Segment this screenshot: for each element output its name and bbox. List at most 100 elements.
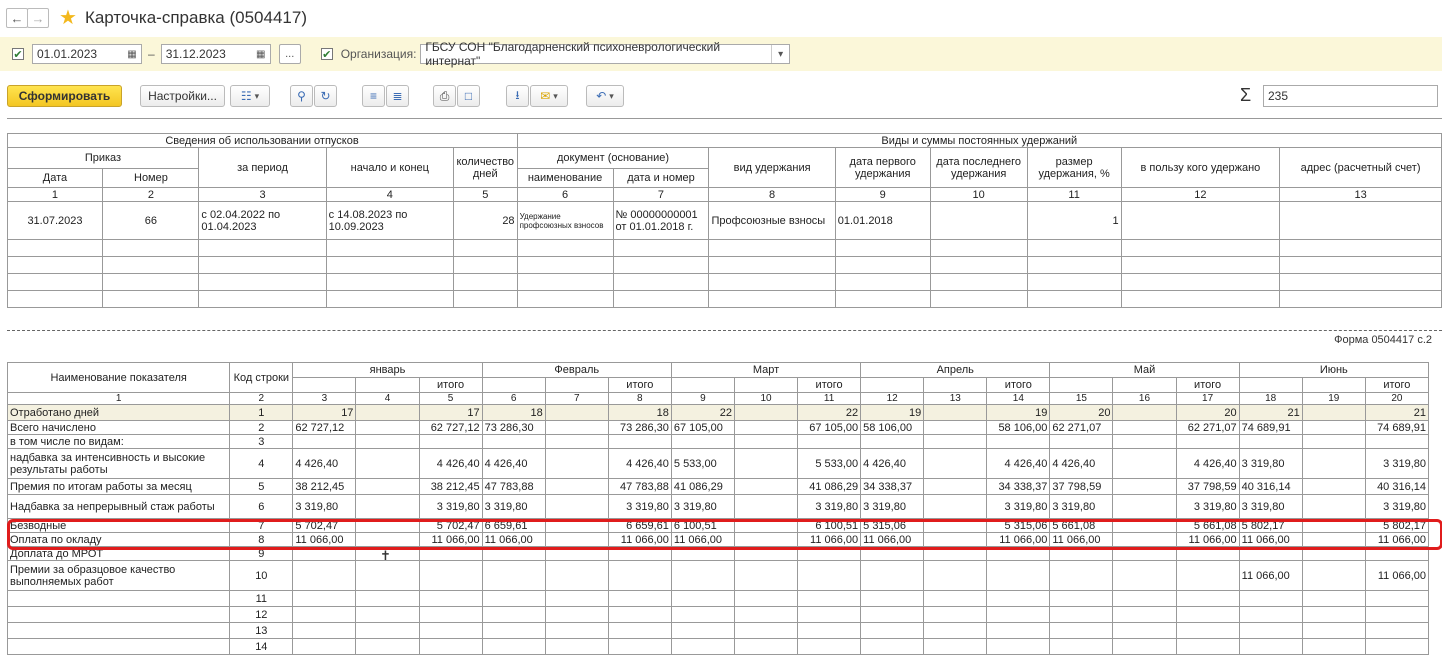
indicator-name[interactable]: Доплата до МРОТ [7, 546, 231, 561]
table-cell[interactable]: 11 066,00 [1175, 532, 1240, 547]
table-cell[interactable] [481, 546, 546, 561]
table-cell[interactable] [1175, 546, 1240, 561]
table-cell[interactable]: 38 212,45 [292, 478, 357, 495]
table-cell[interactable] [797, 622, 862, 639]
table-cell[interactable] [607, 606, 672, 623]
table-cell[interactable]: 73 286,30 [481, 420, 546, 435]
table-cell[interactable] [355, 494, 420, 519]
table-cell[interactable] [860, 546, 925, 561]
sum-field[interactable]: 235 [1263, 85, 1438, 107]
table-cell[interactable]: 20 [1049, 404, 1114, 421]
table-cell[interactable]: 34 338,37 [860, 478, 925, 495]
table-cell[interactable] [1301, 434, 1366, 449]
table-cell[interactable]: 62 271,07 [1175, 420, 1240, 435]
table-cell[interactable] [544, 420, 609, 435]
indicator-name[interactable]: Премия по итогам работы за месяц [7, 478, 231, 495]
table-cell[interactable]: 21 [1364, 404, 1430, 421]
table-cell[interactable] [797, 434, 862, 449]
table-cell[interactable] [860, 560, 925, 591]
table-cell[interactable] [481, 590, 546, 607]
indicator-name[interactable]: Безводные [7, 518, 231, 533]
row-code[interactable]: 6 [229, 494, 294, 519]
table-cell[interactable] [670, 638, 735, 655]
table-cell[interactable]: 66 [102, 201, 200, 240]
table-cell[interactable] [733, 434, 799, 449]
table-cell[interactable]: 5 661,08 [1049, 518, 1114, 533]
indicator-name[interactable]: в том числе по видам: [7, 434, 231, 449]
table-cell[interactable]: 62 271,07 [1049, 420, 1114, 435]
table-cell[interactable] [607, 560, 672, 591]
table-cell[interactable] [292, 546, 357, 561]
calendar-icon[interactable]: ▦ [123, 45, 141, 63]
table-cell[interactable] [355, 532, 420, 547]
table-cell[interactable] [986, 546, 1051, 561]
table-cell[interactable] [544, 448, 609, 479]
indicator-name[interactable]: Надбавка за непрерывный стаж работы [7, 494, 231, 519]
table-cell[interactable]: 19 [986, 404, 1051, 421]
table-cell[interactable] [1301, 448, 1366, 479]
table-cell[interactable]: 3 319,80 [1049, 494, 1114, 519]
table-cell[interactable] [544, 546, 609, 561]
table-cell[interactable]: 28 [452, 201, 518, 240]
table-cell[interactable] [1238, 622, 1303, 639]
table-cell[interactable]: 22 [670, 404, 735, 421]
table-cell[interactable] [670, 622, 735, 639]
table-cell[interactable] [544, 532, 609, 547]
table-cell[interactable]: 6 100,51 [670, 518, 735, 533]
table-cell[interactable]: 5 802,17 [1238, 518, 1303, 533]
table-cell[interactable] [418, 606, 483, 623]
table-cell[interactable]: 3 319,80 [1238, 448, 1303, 479]
table-cell[interactable]: с 02.04.2022 по 01.04.2023 [198, 201, 327, 240]
table-cell[interactable] [733, 606, 799, 623]
table-cell[interactable] [292, 590, 357, 607]
table-cell[interactable]: 6 100,51 [797, 518, 862, 533]
indicator-name[interactable]: Премии за образцовое качество выполняемы… [7, 560, 231, 591]
row-code[interactable]: 3 [229, 434, 294, 449]
table-cell[interactable] [1301, 494, 1366, 519]
table-cell[interactable]: 11 066,00 [860, 532, 925, 547]
table-cell[interactable]: 18 [481, 404, 546, 421]
find-button[interactable]: ⚲ [290, 85, 313, 107]
row-code[interactable]: 12 [229, 606, 294, 623]
table-cell[interactable]: 1 [1026, 201, 1122, 240]
row-code[interactable]: 10 [229, 560, 294, 591]
table-cell[interactable] [733, 494, 799, 519]
table-cell[interactable] [355, 606, 420, 623]
row-code[interactable]: 13 [229, 622, 294, 639]
find-next-button[interactable]: ↻ [314, 85, 337, 107]
table-cell[interactable] [797, 560, 862, 591]
table-cell[interactable] [481, 606, 546, 623]
group-expand-button[interactable]: ≡ [362, 85, 385, 107]
table-cell[interactable] [1049, 606, 1114, 623]
table-cell[interactable] [923, 494, 988, 519]
settings-button[interactable]: Настройки... [140, 85, 225, 107]
table-cell[interactable]: 21 [1238, 404, 1303, 421]
table-cell[interactable] [607, 434, 672, 449]
row-code[interactable]: 9 [229, 546, 294, 561]
table-cell[interactable]: 11 066,00 [607, 532, 672, 547]
table-cell[interactable] [292, 638, 357, 655]
table-cell[interactable] [1238, 638, 1303, 655]
table-cell[interactable]: 22 [797, 404, 862, 421]
table-cell[interactable] [355, 448, 420, 479]
date-from-field[interactable]: 01.01.2023 ▦ [32, 44, 142, 64]
indicator-name[interactable]: Отработано дней [7, 404, 231, 421]
table-cell[interactable] [1112, 448, 1177, 479]
table-cell[interactable] [1049, 546, 1114, 561]
table-cell[interactable]: 4 426,40 [607, 448, 672, 479]
table-cell[interactable]: Удержание профсоюзных взносов [516, 201, 614, 240]
table-cell[interactable] [1364, 638, 1430, 655]
table-cell[interactable] [923, 590, 988, 607]
table-cell[interactable]: 3 319,80 [986, 494, 1051, 519]
table-cell[interactable]: 5 702,47 [418, 518, 483, 533]
save-button[interactable]: ⭳ [506, 85, 529, 107]
table-cell[interactable] [1112, 532, 1177, 547]
table-cell[interactable]: 5 661,08 [1175, 518, 1240, 533]
table-cell[interactable]: 5 315,06 [860, 518, 925, 533]
period-checkbox[interactable]: ✔ [12, 48, 24, 61]
table-cell[interactable] [1238, 546, 1303, 561]
table-cell[interactable]: 58 106,00 [986, 420, 1051, 435]
table-cell[interactable] [481, 434, 546, 449]
send-button[interactable]: ✉ ▾ [530, 85, 568, 107]
table-cell[interactable]: 01.01.2018 [834, 201, 931, 240]
